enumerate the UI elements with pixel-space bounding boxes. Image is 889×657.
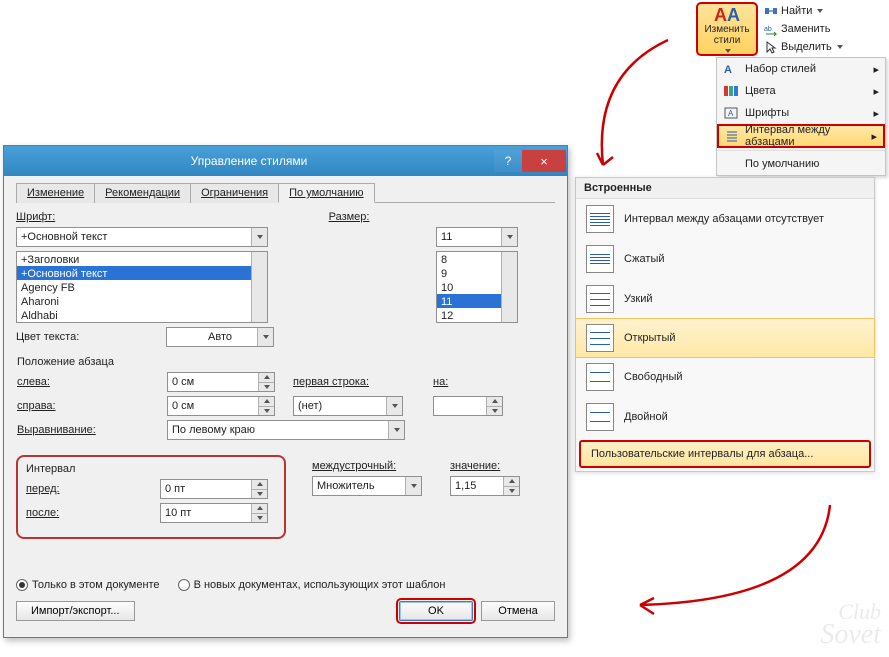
before-spin[interactable]: 0 пт	[160, 479, 268, 499]
annotation-arrow-2	[620, 500, 850, 630]
radio-this-document[interactable]: Только в этом документе	[16, 579, 160, 591]
interval-label: Интервал	[26, 463, 276, 475]
alignment-combo[interactable]: По левому краю	[167, 420, 405, 440]
custom-spacing-button[interactable]: Пользовательские интервалы для абзаца...	[579, 440, 871, 468]
spacing-relaxed[interactable]: Свободный	[576, 357, 874, 397]
change-styles-button[interactable]: AA Изменить стили	[696, 2, 758, 56]
replace-icon: ab	[764, 22, 778, 36]
line-spacing-combo[interactable]: Множитель	[312, 476, 422, 496]
menu-item-styleset[interactable]: A Набор стилей ▸	[717, 58, 885, 80]
before-label: перед:	[26, 483, 160, 495]
after-label: после:	[26, 507, 160, 519]
menu-item-colors[interactable]: Цвета ▸	[717, 80, 885, 102]
by2-spin[interactable]: 1,15	[450, 476, 520, 496]
fonts-icon: A	[723, 105, 739, 121]
chevron-down-icon	[725, 49, 731, 53]
scrollbar[interactable]	[501, 252, 517, 322]
by1-spin[interactable]	[433, 396, 503, 416]
spacing-compact-icon	[586, 245, 614, 273]
manage-styles-dialog: Управление стилями ? × Изменение Рекомен…	[3, 145, 568, 638]
dialog-tabs: Изменение Рекомендации Ограничения По ум…	[16, 182, 555, 203]
indent-right-spin[interactable]: 0 см	[167, 396, 275, 416]
size-listbox[interactable]: 8 9 10 11 12	[436, 251, 518, 323]
chevron-down-icon	[251, 228, 267, 246]
spacing-tight-icon	[586, 285, 614, 313]
change-styles-icon: AA	[698, 6, 756, 24]
cancel-button[interactable]: Отмена	[481, 601, 555, 621]
dialog-titlebar[interactable]: Управление стилями ? ×	[4, 146, 567, 176]
find-button[interactable]: Найти	[764, 2, 874, 20]
spacing-none-icon	[586, 205, 614, 233]
indent-right-label: справа:	[17, 400, 167, 412]
size-combo[interactable]: 11	[436, 227, 518, 247]
tab-recommend[interactable]: Рекомендации	[94, 183, 191, 203]
colors-icon	[723, 83, 739, 99]
text-color-combo[interactable]: Авто	[166, 327, 274, 347]
dialog-help-button[interactable]: ?	[494, 150, 522, 172]
replace-button[interactable]: ab Заменить	[764, 20, 874, 38]
font-combo[interactable]: +Основной текст	[16, 227, 268, 247]
by1-label: на:	[433, 376, 483, 388]
spacing-double-icon	[586, 403, 614, 431]
builtin-spacing-panel: Встроенные Интервал между абзацами отсут…	[575, 177, 875, 472]
spacing-relaxed-icon	[586, 363, 614, 391]
spacing-compact[interactable]: Сжатый	[576, 239, 874, 279]
menu-item-default[interactable]: По умолчанию	[717, 153, 885, 175]
styleset-icon: A	[723, 61, 739, 77]
indent-left-spin[interactable]: 0 см	[167, 372, 275, 392]
after-spin[interactable]: 10 пт	[160, 503, 268, 523]
spacing-open-icon	[586, 324, 614, 352]
annotation-arrow-1	[573, 35, 693, 185]
by2-label: значение:	[450, 460, 500, 472]
scrollbar[interactable]	[251, 252, 267, 322]
select-button[interactable]: Выделить	[764, 38, 874, 56]
tab-defaults[interactable]: По умолчанию	[278, 183, 374, 203]
builtin-header: Встроенные	[576, 178, 874, 199]
radio-new-documents[interactable]: В новых документах, использующих этот ша…	[178, 579, 446, 591]
change-styles-label: Изменить стили	[698, 24, 756, 46]
svg-text:A: A	[728, 109, 734, 118]
font-listbox[interactable]: +Заголовки +Основной текст Agency FB Aha…	[16, 251, 268, 323]
indent-left-label: слева:	[17, 376, 167, 388]
svg-text:ab: ab	[764, 26, 772, 33]
menu-item-fonts[interactable]: A Шрифты ▸	[717, 102, 885, 124]
font-label: Шрифт:	[16, 211, 55, 223]
tab-edit[interactable]: Изменение	[16, 183, 95, 203]
paragraph-position-label: Положение абзаца	[17, 356, 554, 368]
spacing-none[interactable]: Интервал между абзацами отсутствует	[576, 199, 874, 239]
first-line-combo[interactable]: (нет)	[293, 396, 403, 416]
chevron-down-icon	[257, 328, 273, 346]
dialog-close-button[interactable]: ×	[522, 150, 566, 172]
spacing-double[interactable]: Двойной	[576, 397, 874, 437]
chevron-down-icon	[501, 228, 517, 246]
ok-button[interactable]: OK	[399, 601, 473, 621]
spacing-open[interactable]: Открытый	[575, 318, 875, 358]
watermark: Club Sovet	[820, 602, 881, 647]
size-label: Размер:	[329, 211, 370, 223]
change-styles-menu: A Набор стилей ▸ Цвета ▸ A Шрифты ▸ Инте…	[716, 57, 886, 176]
spacing-tight[interactable]: Узкий	[576, 279, 874, 319]
paragraph-spacing-icon	[725, 128, 739, 144]
text-color-label: Цвет текста:	[16, 331, 166, 343]
cursor-icon	[764, 40, 778, 54]
tab-restrict[interactable]: Ограничения	[190, 183, 279, 203]
svg-text:A: A	[724, 64, 732, 76]
alignment-label: Выравнивание:	[17, 424, 167, 436]
binoculars-icon	[764, 4, 778, 18]
dialog-title: Управление стилями	[4, 154, 494, 168]
import-export-button[interactable]: Импорт/экспорт...	[16, 601, 135, 621]
line-spacing-label: междустрочный:	[312, 460, 432, 472]
first-line-label: первая строка:	[293, 376, 403, 388]
menu-item-paragraph-spacing[interactable]: Интервал между абзацами ▸	[717, 124, 885, 148]
